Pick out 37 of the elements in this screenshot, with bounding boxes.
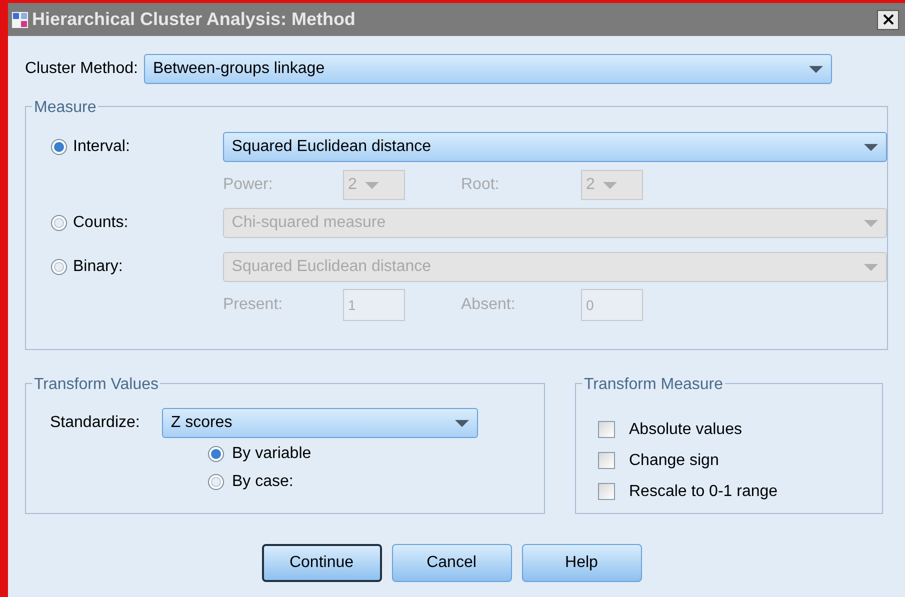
checkbox[interactable] [598,452,615,469]
checkbox[interactable] [598,421,615,438]
checkbox-label: Rescale to 0-1 range [629,482,778,502]
param-label: Power: [223,175,273,195]
caret-icon [808,66,823,72]
caret-icon [864,264,878,270]
param-label: Present: [223,295,283,315]
checkbox[interactable] [598,483,615,500]
caret-icon [364,182,379,188]
radio-label: Counts: [73,213,128,233]
radio-button[interactable] [208,446,224,462]
close-icon [882,14,894,25]
cluster-method-label: Cluster Method: [25,59,138,79]
standardize-label: Standardize: [50,413,140,433]
checkbox-label: Change sign [629,450,719,470]
dialog-button[interactable]: Help [522,544,642,582]
param-label: Absent: [461,295,516,315]
param-label: Root: [461,175,500,195]
dropdown[interactable]: Between-groups linkage [144,54,832,84]
radio-button[interactable] [51,139,67,155]
dialog-button[interactable]: Cancel [392,544,512,582]
checkbox-label: Absolute values [629,420,742,440]
close-button[interactable] [877,10,899,30]
caret-icon [602,182,617,188]
app-icon [12,12,28,28]
window-title: Hierarchical Cluster Analysis: Method [32,8,356,31]
caret-icon [864,144,878,150]
dialog-button[interactable]: Continue [262,544,382,582]
dropdown[interactable]: Squared Euclidean distance [222,132,887,162]
caret-icon [454,420,469,426]
radio-label: By case: [232,472,294,492]
radio-label: By variable [232,444,312,464]
dropdown[interactable]: Z scores [162,408,478,438]
caret-icon [864,220,878,226]
radio-label: Binary: [73,257,123,277]
radio-label: Interval: [73,137,130,157]
radio-button[interactable] [208,474,224,490]
